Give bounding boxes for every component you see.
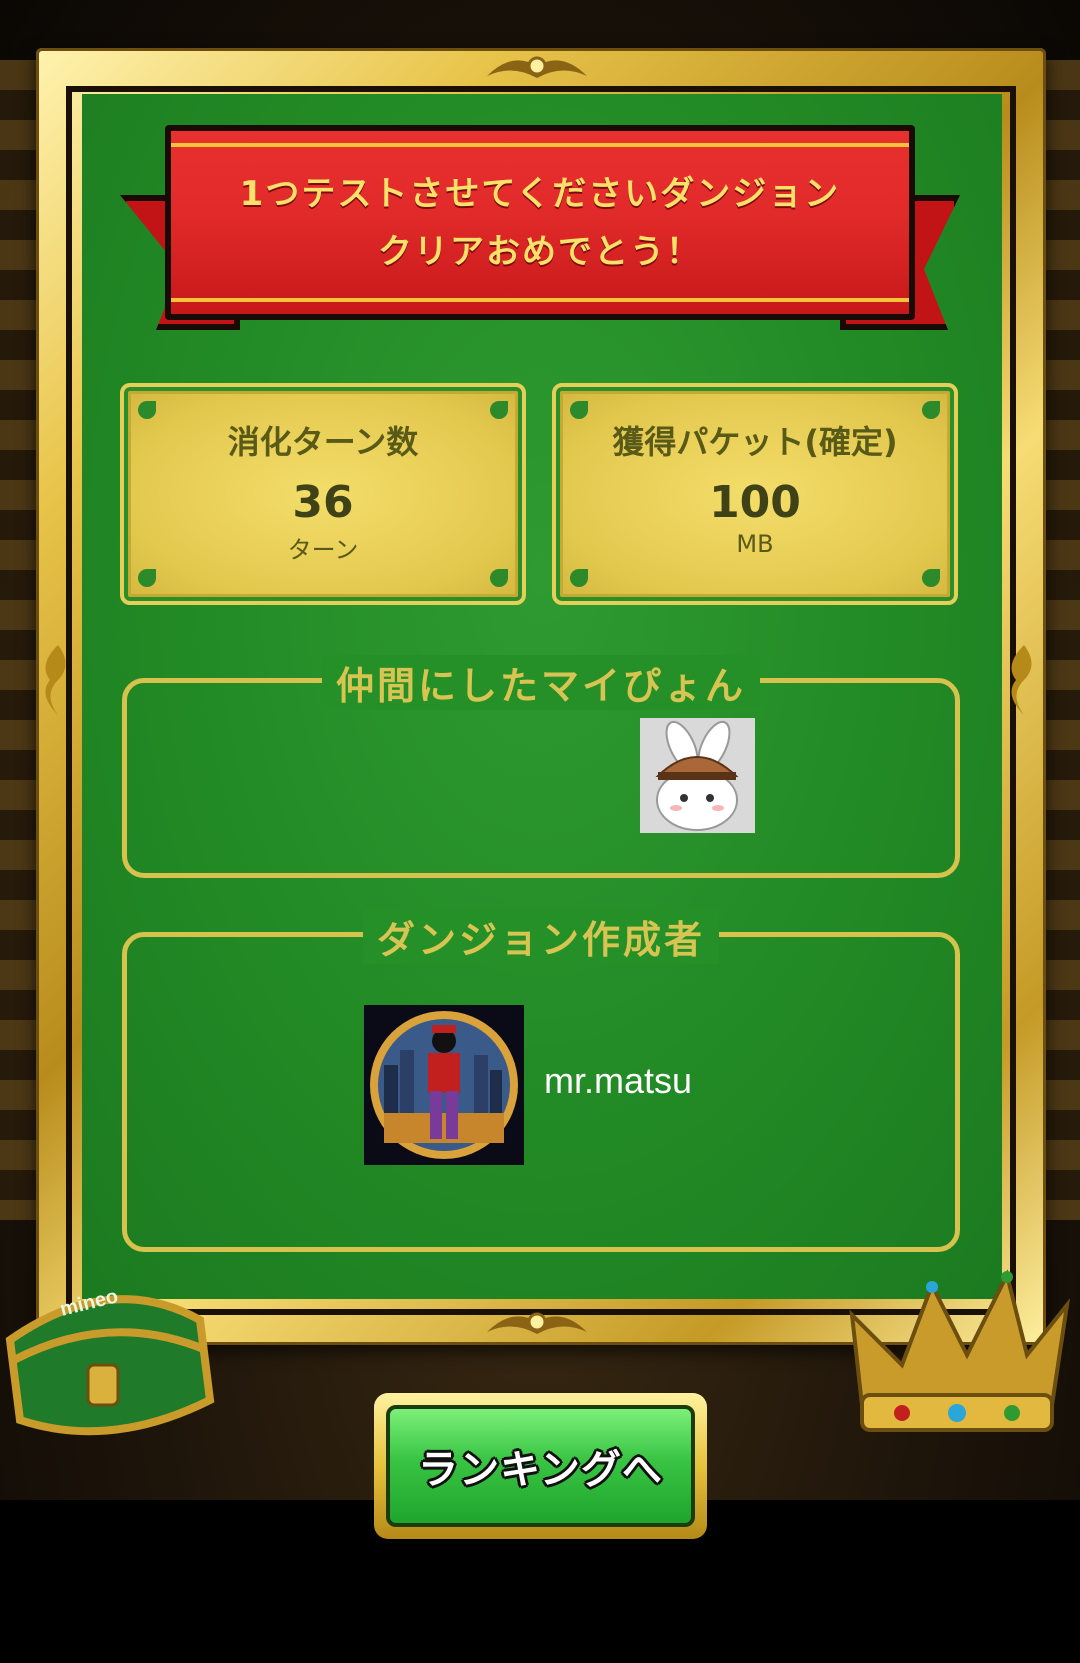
corner-ornament: [922, 401, 940, 419]
creator-title: ダンジョン作成者: [362, 909, 720, 964]
corner-ornament: [490, 401, 508, 419]
banner-line-2: クリアおめでとう！: [378, 231, 702, 272]
corner-ornament: [922, 569, 940, 587]
turns-label: 消化ターン数: [227, 423, 419, 461]
turns-unit: ターン: [287, 536, 359, 564]
ranking-button-label: ランキングへ: [418, 1447, 663, 1493]
top-flourish-icon: [487, 56, 587, 78]
ranking-button-face[interactable]: ランキングへ: [386, 1405, 695, 1527]
corner-ornament: [570, 569, 588, 587]
packet-unit: MB: [736, 530, 774, 558]
left-flourish-icon: [45, 645, 66, 715]
packet-label: 獲得パケット(確定): [612, 423, 898, 461]
banner-line-1: 1つテストさせてくださいダンジョン: [239, 173, 841, 214]
packet-value: 100: [709, 477, 801, 528]
companion-title: 仲間にしたマイぴょん: [321, 655, 761, 710]
companion-section: 仲間にしたマイぴょん: [122, 655, 960, 878]
turns-stat-card: 消化ターン数 36 ターン: [120, 383, 526, 605]
corner-ornament: [138, 401, 156, 419]
left-ornament: [0, 60, 38, 1220]
ribbon: 1つテストさせてくださいダンジョン クリアおめでとう！: [165, 125, 915, 320]
right-flourish-icon: [1011, 645, 1032, 715]
turns-value: 36: [292, 477, 354, 528]
corner-ornament: [490, 569, 508, 587]
corner-ornament: [138, 569, 156, 587]
right-ornament: [1042, 60, 1080, 1220]
packet-stat-card: 獲得パケット(確定) 100 MB: [552, 383, 958, 605]
corner-ornament: [570, 401, 588, 419]
creator-name[interactable]: mr.matsu: [544, 1060, 692, 1102]
treasure-chest-icon: mineo: [0, 1250, 230, 1470]
bunny-with-hat-avatar-icon[interactable]: [640, 718, 755, 833]
ranking-button[interactable]: ランキングへ: [374, 1393, 707, 1539]
bottom-flourish-icon: [487, 1312, 587, 1334]
clear-banner: 1つテストさせてくださいダンジョン クリアおめでとう！: [120, 125, 960, 345]
creator-section: ダンジョン作成者: [122, 909, 960, 1252]
stained-glass-avatar-icon[interactable]: [364, 1005, 524, 1165]
crown-icon: [842, 1255, 1072, 1455]
